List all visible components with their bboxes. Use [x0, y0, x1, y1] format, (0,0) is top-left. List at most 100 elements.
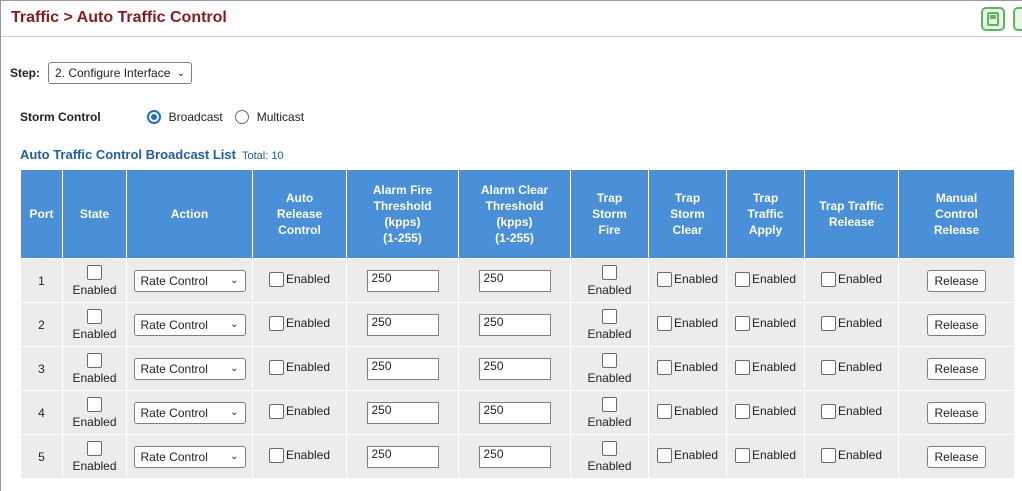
- alarm-fire-threshold-input[interactable]: 250: [366, 313, 439, 336]
- column-header-line: Port: [29, 207, 54, 221]
- trap-traffic-release-enabled-checkbox[interactable]: [820, 315, 836, 331]
- action-select[interactable]: Rate Control ⌄: [133, 445, 246, 468]
- action-select[interactable]: Rate Control ⌄: [133, 401, 246, 424]
- alarm-fire-cell: 250: [346, 346, 459, 391]
- trap-storm-fire-checkbox[interactable]: [602, 264, 617, 280]
- trap-traffic-release-enabled-checkbox[interactable]: [820, 359, 836, 375]
- auto-release-enabled-checkbox[interactable]: [268, 447, 284, 463]
- column-header-line: Auto: [285, 191, 314, 205]
- port-cell: 3: [20, 346, 63, 391]
- auto-release-enabled-checkbox[interactable]: [268, 403, 284, 419]
- state-enabled-checkbox[interactable]: [87, 396, 102, 412]
- auto-release-cell: Enabled: [252, 434, 347, 479]
- trap-traffic-apply-enabled-label: Enabled: [751, 316, 797, 330]
- table-row: 4 Enabled Rate Control ⌄ Enabled 250 250 Enable…: [20, 390, 1015, 435]
- trap-traffic-apply-enabled-checkbox[interactable]: [734, 315, 750, 331]
- trap-storm-clear-enabled-checkbox[interactable]: [656, 271, 672, 287]
- multicast-radio[interactable]: [234, 110, 249, 124]
- trap-traffic-release-enabled-checkbox[interactable]: [820, 447, 836, 463]
- trap-storm-fire-checkbox[interactable]: [602, 308, 617, 324]
- manual-release-cell: Release: [898, 434, 1015, 479]
- state-enabled-checkbox[interactable]: [87, 440, 102, 456]
- auto-release-enabled-checkbox[interactable]: [268, 359, 284, 375]
- save-button[interactable]: [981, 7, 1005, 31]
- trap-storm-fire-cell: Enabled: [570, 346, 649, 391]
- alarm-fire-threshold-input[interactable]: 250: [366, 445, 439, 468]
- state-enabled-label: Enabled: [72, 326, 117, 341]
- trap-traffic-release-enabled-checkbox[interactable]: [820, 271, 836, 287]
- list-total: Total: 10: [241, 150, 284, 162]
- alarm-fire-cell: 250: [346, 390, 459, 435]
- trap-traffic-apply-enabled-group: Enabled: [734, 271, 797, 287]
- table-row: 2 Enabled Rate Control ⌄ Enabled 250 250 Enable…: [20, 302, 1015, 347]
- trap-storm-fire-label: Enabled: [587, 458, 632, 473]
- column-header-line: Trap: [674, 191, 701, 205]
- trap-traffic-apply-enabled-checkbox[interactable]: [734, 447, 750, 463]
- trap-traffic-apply-enabled-group: Enabled: [734, 315, 797, 331]
- action-select-value: Rate Control: [140, 317, 208, 332]
- alarm-clear-threshold-input[interactable]: 250: [478, 445, 551, 468]
- state-enabled-checkbox[interactable]: [87, 352, 102, 368]
- column-header-line: Storm: [670, 207, 705, 221]
- action-select-value: Rate Control: [140, 449, 208, 464]
- release-button[interactable]: Release: [927, 313, 986, 336]
- port-cell: 4: [20, 390, 63, 435]
- release-button[interactable]: Release: [927, 401, 986, 424]
- action-select[interactable]: Rate Control ⌄: [133, 269, 246, 292]
- auto-release-enabled-label: Enabled: [285, 316, 331, 330]
- trap-traffic-apply-enabled-label: Enabled: [751, 448, 797, 462]
- auto-release-enabled-checkbox[interactable]: [268, 271, 284, 287]
- action-cell: Rate Control ⌄: [126, 346, 253, 391]
- alarm-fire-threshold-input[interactable]: 250: [366, 401, 439, 424]
- save-icon: [987, 12, 999, 26]
- state-enabled-label: Enabled: [72, 370, 117, 385]
- alarm-clear-threshold-input[interactable]: 250: [478, 401, 551, 424]
- trap-traffic-apply-enabled-checkbox[interactable]: [734, 271, 750, 287]
- trap-storm-clear-enabled-label: Enabled: [673, 404, 719, 418]
- auto-release-cell: Enabled: [252, 346, 347, 391]
- table-row: 1 Enabled Rate Control ⌄ Enabled 250 250 Enable…: [20, 258, 1015, 303]
- trap-traffic-apply-cell: Enabled: [726, 390, 805, 435]
- state-enabled-checkbox[interactable]: [87, 264, 102, 280]
- state-enabled-checkbox[interactable]: [87, 308, 102, 324]
- trap-storm-fire-checkbox[interactable]: [602, 440, 617, 456]
- column-header-trap-traffic-apply: Trap Traffic Apply: [726, 169, 805, 259]
- alarm-clear-threshold-input[interactable]: 250: [478, 269, 551, 292]
- alarm-fire-threshold-input[interactable]: 250: [366, 269, 439, 292]
- trap-storm-fire-group: Enabled: [571, 308, 648, 341]
- trap-storm-clear-enabled-checkbox[interactable]: [656, 403, 672, 419]
- trap-storm-fire-group: Enabled: [571, 396, 648, 429]
- trap-storm-clear-enabled-label: Enabled: [673, 360, 719, 374]
- release-button[interactable]: Release: [927, 357, 986, 380]
- alarm-fire-threshold-input[interactable]: 250: [366, 357, 439, 380]
- toolbar-button-partial[interactable]: [1013, 7, 1022, 31]
- multicast-radio-label: Multicast: [256, 110, 305, 124]
- trap-storm-clear-enabled-checkbox[interactable]: [656, 359, 672, 375]
- column-header-trap-storm-clear: Trap Storm Clear: [648, 169, 727, 259]
- release-button[interactable]: Release: [927, 269, 986, 292]
- trap-storm-fire-checkbox[interactable]: [602, 396, 617, 412]
- release-button[interactable]: Release: [927, 445, 986, 468]
- action-select[interactable]: Rate Control ⌄: [133, 313, 246, 336]
- broadcast-radio[interactable]: [146, 110, 161, 124]
- auto-release-cell: Enabled: [252, 302, 347, 347]
- chevron-down-icon: ⌄: [230, 451, 239, 462]
- step-select[interactable]: 2. Configure Interface ⌄: [48, 62, 192, 84]
- alarm-clear-cell: 250: [458, 258, 571, 303]
- action-select[interactable]: Rate Control ⌄: [133, 357, 246, 380]
- trap-storm-fire-checkbox[interactable]: [602, 352, 617, 368]
- trap-storm-clear-enabled-checkbox[interactable]: [656, 447, 672, 463]
- trap-storm-fire-group: Enabled: [571, 264, 648, 297]
- trap-traffic-apply-enabled-checkbox[interactable]: [734, 359, 750, 375]
- trap-traffic-apply-enabled-checkbox[interactable]: [734, 403, 750, 419]
- trap-traffic-release-enabled-checkbox[interactable]: [820, 403, 836, 419]
- auto-release-cell: Enabled: [252, 390, 347, 435]
- chevron-down-icon: ⌄: [230, 363, 239, 374]
- alarm-clear-threshold-input[interactable]: 250: [478, 357, 551, 380]
- auto-release-enabled-checkbox[interactable]: [268, 315, 284, 331]
- trap-traffic-apply-enabled-label: Enabled: [751, 272, 797, 286]
- step-label: Step:: [10, 66, 40, 80]
- trap-storm-clear-enabled-checkbox[interactable]: [656, 315, 672, 331]
- column-header-trap-storm-fire: Trap Storm Fire: [570, 169, 649, 259]
- alarm-clear-threshold-input[interactable]: 250: [478, 313, 551, 336]
